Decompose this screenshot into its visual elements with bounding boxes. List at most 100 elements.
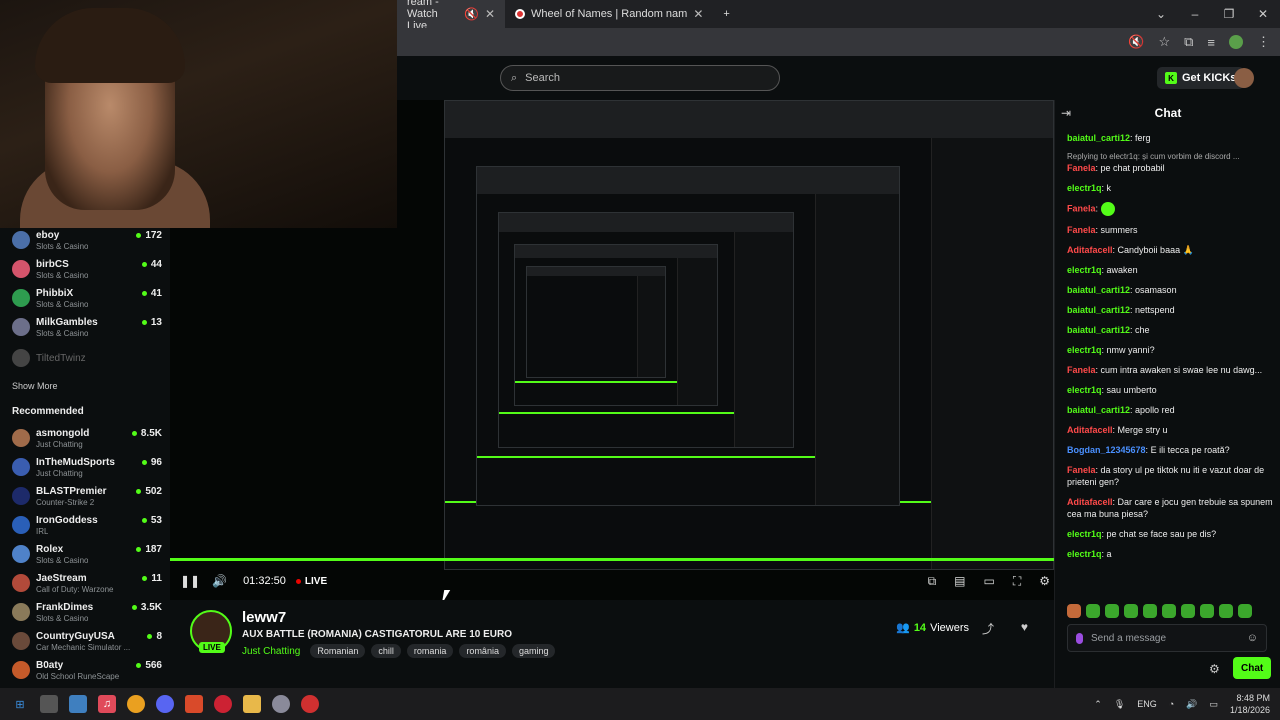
tag[interactable]: chill: [371, 644, 401, 658]
chat-username[interactable]: baiatul_carti12: [1067, 133, 1130, 143]
close-icon[interactable]: ✕: [1246, 0, 1280, 28]
obs-icon[interactable]: [301, 695, 319, 713]
windows-start-icon[interactable]: ⊞: [11, 695, 29, 713]
clock[interactable]: 8:48 PM 1/18/2026: [1230, 692, 1270, 716]
tag[interactable]: românia: [459, 644, 506, 658]
chat-username[interactable]: Aditafacell: [1067, 425, 1113, 435]
chat-username[interactable]: baiatul_carti12: [1067, 405, 1130, 415]
profile-icon[interactable]: [1229, 35, 1243, 49]
theater-icon[interactable]: ▭: [983, 574, 994, 589]
chat-username[interactable]: Fanela: [1067, 163, 1096, 173]
share-icon[interactable]: ⤴: [982, 620, 994, 637]
chat-username[interactable]: electr1q: [1067, 529, 1102, 539]
folder-icon[interactable]: [243, 695, 261, 713]
chat-username[interactable]: electr1q: [1067, 549, 1102, 559]
tab-wheel-of-names[interactable]: Wheel of Names | Random nam ✕: [505, 0, 713, 28]
category-link[interactable]: Just Chatting: [242, 646, 300, 657]
emote-icon[interactable]: [1181, 604, 1195, 618]
fullscreen-icon[interactable]: ⛶: [1013, 574, 1021, 589]
emote-icon[interactable]: [1219, 604, 1233, 618]
emote-icon[interactable]: [1105, 604, 1119, 618]
chat-username[interactable]: Fanela: [1067, 365, 1096, 375]
music-icon[interactable]: ♫: [98, 695, 116, 713]
opera-icon[interactable]: [214, 695, 232, 713]
chat-username[interactable]: Aditafacell: [1067, 497, 1113, 507]
avatar[interactable]: [1234, 68, 1254, 88]
sidebar-item[interactable]: BLASTPremier Counter-Strike 2 502: [12, 484, 162, 510]
chat-settings-gear-icon[interactable]: ⚙: [1209, 662, 1220, 676]
bookmark-star-icon[interactable]: ☆: [1158, 34, 1170, 50]
sidebar-item[interactable]: B0aty Old School RuneScape 566: [12, 658, 162, 684]
sidebar-item[interactable]: IronGoddess IRL 53: [12, 513, 162, 539]
playback-progress[interactable]: [170, 558, 1054, 561]
mute-tab-icon[interactable]: 🔇: [464, 7, 479, 21]
restore-icon[interactable]: ❐: [1212, 0, 1246, 28]
chat-username[interactable]: Bogdan_12345678: [1067, 445, 1146, 455]
volume-icon[interactable]: 🔊: [1186, 699, 1197, 710]
menu-icon[interactable]: ⋮: [1257, 34, 1270, 50]
chat-username[interactable]: electr1q: [1067, 385, 1102, 395]
pause-icon[interactable]: ❚❚: [180, 574, 200, 588]
chat-username[interactable]: electr1q: [1067, 183, 1102, 193]
tag[interactable]: Romanian: [310, 644, 366, 658]
chat-username[interactable]: baiatul_carti12: [1067, 305, 1130, 315]
chat-username[interactable]: electr1q: [1067, 345, 1102, 355]
sidebar-item[interactable]: eboy Slots & Casino 172: [12, 228, 162, 254]
search-input[interactable]: ⌕ Search: [500, 65, 780, 91]
settings-icon[interactable]: [272, 695, 290, 713]
chat-username[interactable]: Fanela: [1067, 225, 1096, 235]
chat-username[interactable]: Aditafacell: [1067, 245, 1113, 255]
close-tab-icon[interactable]: ✕: [485, 7, 495, 21]
new-tab-button[interactable]: +: [713, 0, 739, 28]
emote-icon[interactable]: [1200, 604, 1214, 618]
extensions-icon[interactable]: ⧉: [1184, 34, 1193, 50]
sidebar-item[interactable]: MilkGambles Slots & Casino 13: [12, 315, 162, 341]
battery-icon[interactable]: ▭: [1209, 699, 1218, 710]
emote-icon[interactable]: [1143, 604, 1157, 618]
sidebar-item[interactable]: asmongold Just Chatting 8.5K: [12, 426, 162, 452]
sidebar-item[interactable]: PhibbiX Slots & Casino 41: [12, 286, 162, 312]
emote-icon[interactable]: [1162, 604, 1176, 618]
tag[interactable]: romania: [406, 644, 454, 658]
chat-username[interactable]: electr1q: [1067, 265, 1102, 275]
chevron-down-icon[interactable]: ⌄: [1144, 0, 1178, 28]
sidebar-item[interactable]: JaeStream Call of Duty: Warzone 11: [12, 571, 162, 597]
tab-kick[interactable]: ream - Watch Live 🔇 ✕: [397, 0, 505, 32]
language-indicator[interactable]: ENG: [1137, 699, 1157, 709]
wifi-icon[interactable]: ◔: [1169, 699, 1174, 709]
app-icon[interactable]: [40, 695, 58, 713]
mic-icon[interactable]: 🎙: [1114, 699, 1125, 710]
sidebar-item[interactable]: CountryGuyUSA Car Mechanic Simulator ...…: [12, 629, 162, 655]
chat-username[interactable]: baiatul_carti12: [1067, 285, 1130, 295]
sidebar-item[interactable]: FrankDimes Slots & Casino 3.5K: [12, 600, 162, 626]
chat-input[interactable]: Send a message ☺: [1067, 624, 1267, 652]
notepad-icon[interactable]: [69, 695, 87, 713]
mic-icon[interactable]: [1076, 632, 1083, 644]
show-more-link[interactable]: Show More: [12, 381, 58, 391]
chat-username[interactable]: Fanela: [1067, 203, 1096, 213]
brave-icon[interactable]: [185, 695, 203, 713]
get-kicks-button[interactable]: K Get KICKs: [1157, 67, 1245, 89]
send-chat-button[interactable]: Chat: [1233, 657, 1272, 679]
sidebar-item[interactable]: birbCS Slots & Casino 44: [12, 257, 162, 283]
chat-username[interactable]: baiatul_carti12: [1067, 325, 1130, 335]
sidebar-item[interactable]: Rolex Slots & Casino 187: [12, 542, 162, 568]
media-icon[interactable]: ≡: [1207, 35, 1215, 50]
tag[interactable]: gaming: [511, 644, 556, 658]
minimize-icon[interactable]: –: [1178, 0, 1212, 28]
sidebar-item[interactable]: TiltedTwinz: [12, 346, 162, 372]
sidebar-item[interactable]: InTheMudSports Just Chatting 96: [12, 455, 162, 481]
streamer-name[interactable]: leww7: [242, 609, 286, 626]
emote-icon[interactable]: [1124, 604, 1138, 618]
emoji-icon[interactable]: ☺: [1247, 632, 1258, 644]
settings-gear-icon[interactable]: ⚙: [1039, 574, 1050, 589]
chat-username[interactable]: Fanela: [1067, 465, 1096, 475]
mute-icon[interactable]: 🔇: [1128, 34, 1144, 50]
discord-icon[interactable]: [156, 695, 174, 713]
close-tab-icon[interactable]: ✕: [693, 7, 703, 21]
emote-icon[interactable]: [1086, 604, 1100, 618]
chevron-up-icon[interactable]: ⌃: [1094, 699, 1102, 710]
clip-icon[interactable]: ▤: [954, 574, 965, 589]
pip-icon[interactable]: ⧉: [928, 574, 937, 589]
emote-icon[interactable]: [1238, 604, 1252, 618]
